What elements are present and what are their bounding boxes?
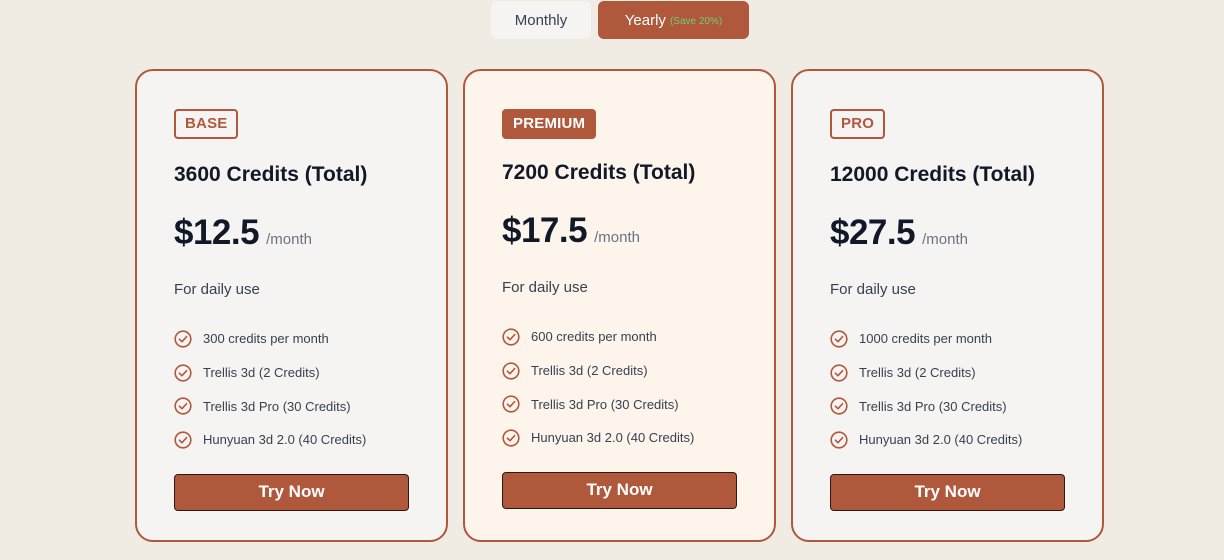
feature-text: Trellis 3d Pro (30 Credits): [531, 396, 679, 412]
feature-item: Trellis 3d (2 Credits): [502, 354, 737, 388]
plan-badge: PREMIUM: [502, 109, 597, 139]
check-circle-icon: [502, 328, 520, 346]
feature-text: Trellis 3d (2 Credits): [859, 365, 976, 381]
feature-text: Hunyuan 3d 2.0 (40 Credits): [531, 430, 695, 446]
check-circle-icon: [830, 431, 848, 449]
pricing-card-base: BASE 3600 Credits (Total) $12.5 /month F…: [135, 69, 448, 542]
try-now-button[interactable]: Try Now: [830, 473, 1065, 511]
feature-text: Hunyuan 3d 2.0 (40 Credits): [859, 432, 1023, 448]
credits-title: 7200 Credits (Total): [502, 161, 696, 184]
yearly-label: Yearly: [624, 11, 666, 29]
feature-item: Hunyuan 3d 2.0 (40 Credits): [502, 421, 737, 455]
credits-title: 3600 Credits (Total): [174, 163, 368, 186]
billing-period-toggle: Monthly Yearly (Save 20%): [491, 1, 749, 39]
plan-price: $27.5: [830, 213, 916, 252]
check-circle-icon: [830, 330, 848, 348]
feature-item: Trellis 3d Pro (30 Credits): [174, 389, 409, 423]
feature-item: Trellis 3d (2 Credits): [830, 356, 1065, 390]
check-circle-icon: [174, 330, 192, 348]
price-row: $27.5 /month: [830, 213, 1065, 253]
plan-tagline: For daily use: [174, 281, 260, 298]
price-period: /month: [594, 229, 640, 246]
pricing-card-pro: PRO 12000 Credits (Total) $27.5 /month F…: [791, 69, 1104, 542]
plan-badge: PRO: [830, 109, 886, 139]
feature-list: 300 credits per month Trellis 3d (2 Cred…: [174, 322, 409, 457]
feature-item: Trellis 3d (2 Credits): [174, 356, 409, 390]
feature-text: Hunyuan 3d 2.0 (40 Credits): [203, 432, 367, 448]
price-row: $17.5 /month: [502, 211, 737, 251]
yearly-discount-label: (Save 20%): [669, 15, 723, 27]
credits-title: 12000 Credits (Total): [830, 163, 1036, 186]
check-circle-icon: [502, 395, 520, 413]
plan-tagline: For daily use: [830, 281, 916, 298]
feature-text: 1000 credits per month: [859, 331, 992, 347]
feature-text: Trellis 3d Pro (30 Credits): [859, 398, 1007, 414]
yearly-toggle-button[interactable]: Yearly (Save 20%): [598, 1, 749, 39]
price-period: /month: [266, 231, 312, 248]
feature-item: 1000 credits per month: [830, 322, 1065, 356]
check-circle-icon: [174, 431, 192, 449]
check-circle-icon: [502, 429, 520, 447]
feature-list: 1000 credits per month Trellis 3d (2 Cre…: [830, 322, 1065, 457]
feature-item: Trellis 3d Pro (30 Credits): [502, 387, 737, 421]
feature-text: Trellis 3d (2 Credits): [203, 365, 320, 381]
feature-text: Trellis 3d Pro (30 Credits): [203, 398, 351, 414]
feature-item: 600 credits per month: [502, 320, 737, 354]
monthly-label: Monthly: [514, 11, 568, 29]
check-circle-icon: [830, 363, 848, 382]
plan-price: $12.5: [174, 213, 260, 252]
feature-item: Trellis 3d Pro (30 Credits): [830, 389, 1065, 423]
check-circle-icon: [502, 361, 520, 380]
price-period: /month: [922, 231, 968, 248]
check-circle-icon: [830, 397, 848, 415]
feature-item: 300 credits per month: [174, 322, 409, 356]
try-now-button[interactable]: Try Now: [174, 473, 409, 511]
try-now-button[interactable]: Try Now: [502, 471, 737, 509]
check-circle-icon: [174, 363, 192, 382]
feature-text: 300 credits per month: [203, 331, 329, 347]
feature-item: Hunyuan 3d 2.0 (40 Credits): [830, 423, 1065, 457]
plan-tagline: For daily use: [502, 279, 588, 296]
pricing-card-premium: PREMIUM 7200 Credits (Total) $17.5 /mont…: [463, 69, 776, 542]
check-circle-icon: [174, 397, 192, 415]
monthly-toggle-button[interactable]: Monthly: [491, 1, 591, 39]
feature-item: Hunyuan 3d 2.0 (40 Credits): [174, 423, 409, 457]
plan-badge: BASE: [174, 109, 239, 139]
feature-text: 600 credits per month: [531, 329, 657, 345]
price-row: $12.5 /month: [174, 213, 409, 253]
feature-list: 600 credits per month Trellis 3d (2 Cred…: [502, 320, 737, 455]
feature-text: Trellis 3d (2 Credits): [531, 363, 648, 379]
plan-price: $17.5: [502, 211, 588, 250]
